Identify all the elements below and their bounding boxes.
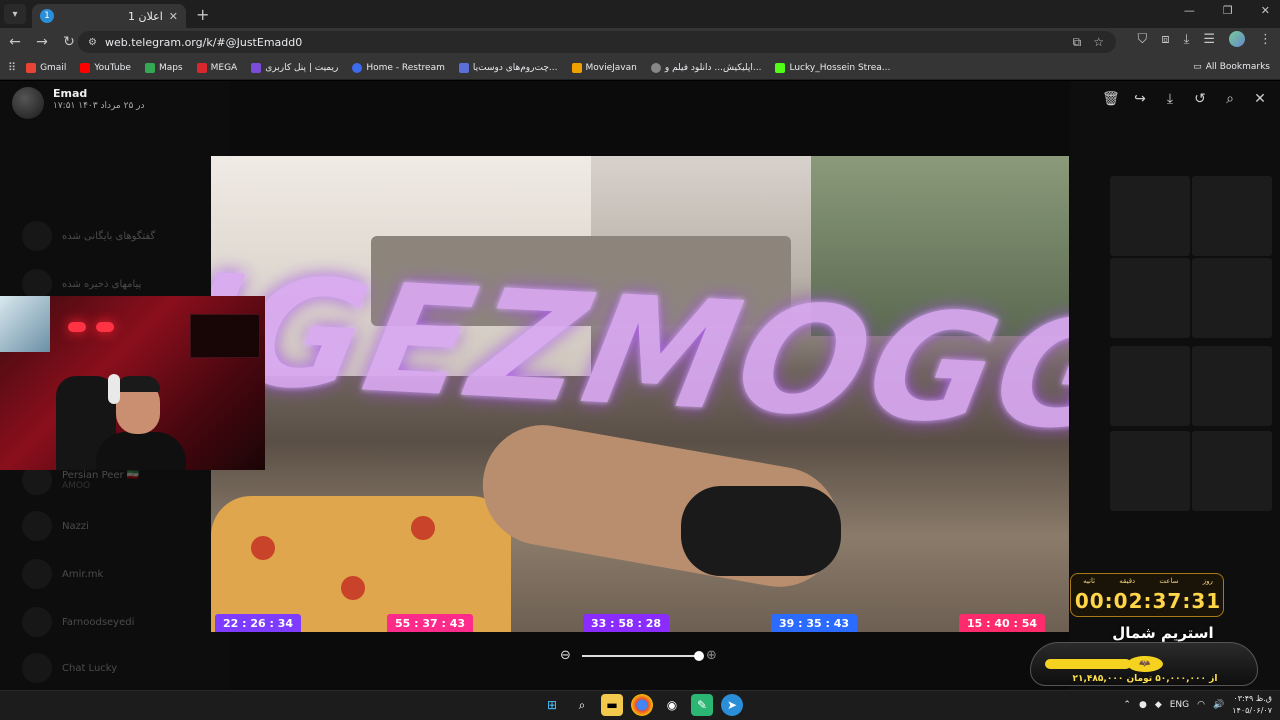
video-timer: 39 : 35 : 43 bbox=[771, 614, 858, 632]
restore-icon[interactable]: ❐ bbox=[1223, 4, 1233, 17]
install-app-icon[interactable]: ⧉ bbox=[1073, 35, 1082, 50]
video-timer: 15 : 40 : 54 bbox=[959, 614, 1046, 632]
chat-item: پیامهای ذخیره شده bbox=[22, 269, 141, 299]
bookmark-item[interactable]: چت‌روم‌های دوست‌یا... bbox=[458, 62, 558, 73]
chat-item: Farnoodseyedi bbox=[22, 607, 134, 637]
search-icon[interactable]: ⌕ bbox=[571, 694, 593, 716]
bookmark-item[interactable]: ریمیت | پنل کاربری bbox=[251, 62, 338, 73]
bookmark-item[interactable]: MovieJavan bbox=[571, 62, 637, 73]
zoom-in-icon[interactable]: ⊕ bbox=[706, 648, 717, 663]
bookmark-star-icon[interactable]: ☆ bbox=[1093, 35, 1104, 50]
bookmark-item[interactable]: YouTube bbox=[80, 62, 131, 73]
close-viewer-icon[interactable]: ✕ bbox=[1252, 91, 1268, 107]
windows-start-icon[interactable]: ⊞ bbox=[541, 694, 563, 716]
forward-icon[interactable]: ↪ bbox=[1132, 91, 1148, 107]
bookmark-item[interactable]: Maps bbox=[144, 62, 183, 73]
back-icon[interactable]: ← bbox=[3, 31, 27, 53]
media-viewer-header: Emad ۱۷:۵۱ در ۲۵ مرداد ۱۴۰۳ 🗑 ↪ ⤓ ↺ ⌕ ✕ bbox=[0, 81, 1280, 121]
site-info-icon[interactable]: ⚙ bbox=[88, 37, 97, 48]
stream-title: استریم شمال bbox=[1112, 624, 1214, 642]
countdown-value: 00:02:37:31 bbox=[1074, 589, 1222, 613]
bookmark-item[interactable]: Gmail bbox=[26, 62, 66, 73]
folder-icon: ▭ bbox=[1193, 62, 1202, 72]
video-timer: 55 : 37 : 43 bbox=[387, 614, 474, 632]
bookmark-item[interactable]: MEGA bbox=[196, 62, 237, 73]
video-timer: 22 : 26 : 34 bbox=[215, 614, 302, 632]
file-explorer-icon[interactable]: ▬ bbox=[601, 694, 623, 716]
bookmark-item[interactable]: Home - Restream bbox=[352, 62, 445, 73]
video-frame[interactable]: IGEZMOGG 22 : 26 : 34 55 : 37 : 43 33 : … bbox=[211, 156, 1069, 632]
delete-icon[interactable]: 🗑 bbox=[1102, 91, 1120, 107]
apps-grid-icon[interactable]: ⠿ bbox=[8, 61, 16, 74]
goal-progress-fill bbox=[1045, 659, 1131, 669]
bookmark-item[interactable]: اپلیکیش... دانلود فیلم و... bbox=[650, 62, 761, 73]
url-text: web.telegram.org/k/#@JustEmadd0 bbox=[104, 35, 303, 49]
close-window-icon[interactable]: ✕ bbox=[1261, 4, 1270, 17]
rotate-icon[interactable]: ↺ bbox=[1192, 91, 1208, 107]
more-menu-icon[interactable]: ⋮ bbox=[1259, 32, 1272, 47]
stream-countdown: ثانیه دقیقه ساعت روز 00:02:37:31 bbox=[1070, 573, 1224, 617]
address-bar[interactable]: ⚙ web.telegram.org/k/#@JustEmadd0 ⧉ ☆ bbox=[78, 31, 1116, 53]
chat-item: Chat Lucky bbox=[22, 653, 117, 683]
zoom-out-icon[interactable]: ⊖ bbox=[560, 648, 571, 663]
browser-tab-bar: ▾ 1 1 اعلان ✕ + — ❐ ✕ bbox=[0, 0, 1280, 28]
goal-caption: ۲۱,۴۸۵,۰۰۰ از ۵۰,۰۰۰,۰۰۰ تومان bbox=[1072, 674, 1218, 684]
message-date: ۱۷:۵۱ در ۲۵ مرداد ۱۴۰۳ bbox=[53, 101, 145, 111]
headset bbox=[108, 374, 120, 404]
wifi-icon[interactable]: ◠ bbox=[1197, 700, 1205, 710]
tab-telegram[interactable]: 1 1 اعلان ✕ bbox=[32, 4, 186, 28]
sender-avatar[interactable] bbox=[12, 87, 44, 119]
tab-search-icon[interactable]: ▾ bbox=[4, 4, 26, 24]
video-timer: 33 : 58 : 28 bbox=[583, 614, 670, 632]
minimize-icon[interactable]: — bbox=[1184, 4, 1195, 17]
obs-icon[interactable]: ◉ bbox=[661, 694, 683, 716]
donation-goal-bar: 🦇 ۲۱,۴۸۵,۰۰۰ از ۵۰,۰۰۰,۰۰۰ تومان bbox=[1030, 642, 1258, 686]
download-icon[interactable]: ⤓ bbox=[1162, 91, 1178, 107]
language-indicator[interactable]: ENG bbox=[1170, 700, 1189, 710]
new-tab-icon[interactable]: + bbox=[196, 5, 209, 24]
telegram-icon[interactable]: ➤ bbox=[721, 694, 743, 716]
shield-icon[interactable]: ⛉ bbox=[1138, 32, 1148, 47]
close-tab-icon[interactable]: ✕ bbox=[169, 10, 178, 23]
system-tray: ⌃ ● ◆ ENG ◠ 🔊 ۰۳:۴۹ ق.ظ ۱۴۰۵/۰۶/۰۷ bbox=[1123, 693, 1272, 717]
viewer-actions: 🗑 ↪ ⤓ ↺ ⌕ ✕ bbox=[1102, 91, 1268, 107]
clock[interactable]: ۰۳:۴۹ ق.ظ ۱۴۰۵/۰۶/۰۷ bbox=[1232, 693, 1272, 717]
zoom-icon[interactable]: ⌕ bbox=[1222, 91, 1238, 107]
profile-avatar[interactable] bbox=[1229, 31, 1245, 47]
volume-icon[interactable]: 🔊 bbox=[1213, 700, 1224, 710]
windows-taskbar: ⊞ ⌕ ▬ ◉ ✎ ➤ ⌃ ● ◆ ENG ◠ 🔊 ۰۳:۴۹ ق.ظ ۱۴۰۵… bbox=[0, 690, 1280, 720]
all-bookmarks[interactable]: ▭ All Bookmarks bbox=[1193, 62, 1270, 72]
tray-app-icon[interactable]: ● bbox=[1139, 700, 1147, 710]
window-controls: — ❐ ✕ bbox=[1184, 4, 1270, 17]
bookmarks-bar: ⠿ Gmail YouTube Maps MEGA ریمیت | پنل کا… bbox=[0, 56, 1280, 80]
video-timers: 22 : 26 : 34 55 : 37 : 43 33 : 58 : 28 3… bbox=[211, 606, 1069, 632]
chat-item: Amir.mk bbox=[22, 559, 103, 589]
zoom-slider-handle[interactable] bbox=[694, 651, 704, 661]
tab-title: 1 اعلان bbox=[128, 9, 163, 23]
browser-toolbar: ← → ↻ ⚙ web.telegram.org/k/#@JustEmadd0 … bbox=[0, 28, 1280, 56]
chat-item: Nazzi bbox=[22, 511, 89, 541]
batman-logo-icon: 🦇 bbox=[1127, 656, 1163, 672]
playlist-icon[interactable]: ☰ bbox=[1203, 32, 1215, 47]
zoom-control: ⊖ ⊕ bbox=[560, 648, 720, 664]
app-icon[interactable]: ✎ bbox=[691, 694, 713, 716]
extensions-icon[interactable]: ⧈ bbox=[1161, 32, 1169, 47]
zoom-slider[interactable] bbox=[582, 655, 700, 657]
sender-name[interactable]: Emad bbox=[53, 87, 87, 100]
chrome-icon[interactable] bbox=[631, 694, 653, 716]
bookmark-item[interactable]: Lucky_Hossein Strea... bbox=[775, 62, 890, 73]
tray-chevron-icon[interactable]: ⌃ bbox=[1123, 700, 1131, 710]
webcam-overlay bbox=[0, 296, 265, 470]
telegram-favicon-icon: 1 bbox=[40, 9, 54, 23]
screen: ▾ 1 1 اعلان ✕ + — ❐ ✕ ← → ↻ ⚙ web.telegr… bbox=[0, 0, 1280, 720]
chat-item: گفتگوهای بایگانی شده bbox=[22, 221, 155, 251]
forward-icon[interactable]: → bbox=[30, 31, 54, 53]
download-icon[interactable]: ⤓ bbox=[1184, 32, 1190, 47]
tray-app-icon[interactable]: ◆ bbox=[1155, 700, 1162, 710]
